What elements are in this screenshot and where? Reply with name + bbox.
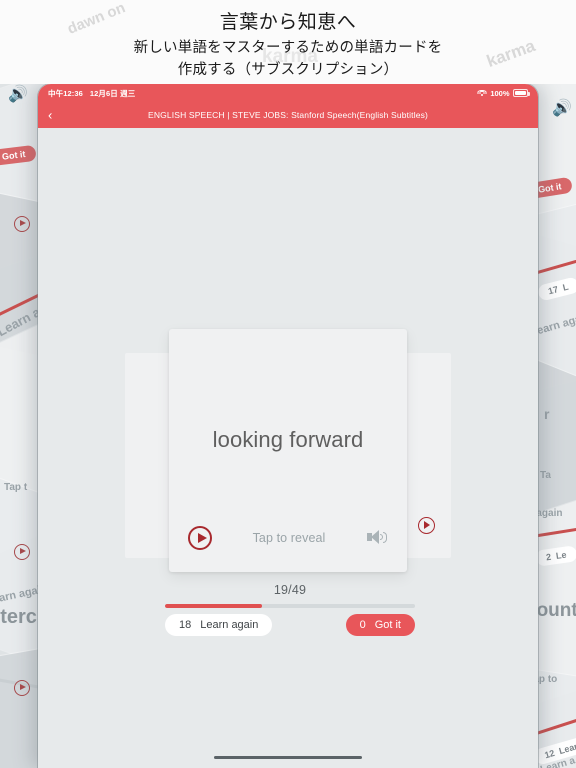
speaker-icon: 🔊 [8, 86, 28, 103]
chevron-left-icon[interactable]: ‹ [48, 109, 52, 122]
promo-subtitle-line1: 新しい単語をマスターするための単語カードを [133, 40, 443, 56]
collage-word: r [544, 406, 550, 422]
promo-title: 言葉から知恵へ [219, 12, 357, 33]
progress-track [165, 604, 415, 608]
got-it-label: Got it [374, 619, 401, 631]
collage-word: Ta [540, 470, 551, 481]
flashcard[interactable]: looking forward Tap to reveal [169, 329, 407, 572]
flashcard-footer: Tap to reveal [169, 524, 407, 552]
collage-word: nterc [0, 606, 37, 628]
play-circle-icon [14, 544, 30, 560]
play-circle-icon[interactable] [188, 526, 212, 550]
status-date: 12月6日 週三 [89, 88, 136, 98]
learn-again-button[interactable]: 18 Learn again [165, 614, 273, 636]
flashcard-deck: looking forward Tap to reveal [38, 128, 538, 608]
progress-section: 19/49 [165, 583, 415, 608]
promo-header: dawn on karma karma 言葉から知恵へ 新しい単語をマスターする… [0, 0, 576, 84]
play-circle-icon [14, 680, 30, 696]
speaker-icon: 🔊 [552, 100, 572, 117]
speaker-horn [371, 530, 379, 544]
promo-subtitle: 新しい単語をマスターするための単語カードを 作成する（サブスクリプション） [0, 34, 576, 82]
play-circle-icon[interactable] [418, 517, 435, 534]
progress-fill [165, 604, 262, 608]
progress-count-label: 19/49 [273, 583, 307, 597]
ipad-device-frame: 中午12:36 12月6日 週三 100% ‹ ENGLISH SPEECH |… [38, 84, 538, 768]
status-time: 中午12:36 [48, 88, 83, 98]
promo-subtitle-line2: 作成する（サブスクリプション） [177, 62, 399, 79]
peek-card-previous[interactable] [125, 353, 170, 558]
app-body: looking forward Tap to reveal 19/49 18 L… [38, 128, 538, 768]
got-it-button[interactable]: 0 Got it [345, 614, 415, 636]
battery-percent: 100% [490, 88, 510, 98]
got-it-count: 0 [359, 619, 366, 631]
wifi-icon [477, 89, 487, 97]
status-bar: 中午12:36 12月6日 週三 100% [38, 84, 538, 102]
play-circle-icon [14, 216, 30, 232]
flashcard-hint: Tap to reveal [252, 531, 326, 545]
collage-word: Tap t [4, 482, 28, 493]
flashcard-term: looking forward [212, 427, 364, 452]
nav-title: ENGLISH SPEECH | STEVE JOBS: Stanford Sp… [148, 110, 428, 120]
status-bar-left: 中午12:36 12月6日 週三 [48, 88, 135, 99]
action-row: 18 Learn again 0 Got it [165, 614, 415, 636]
learn-again-count: 18 [179, 619, 192, 631]
battery-icon [513, 89, 530, 97]
speaker-wave-outer [382, 531, 387, 543]
speaker-icon[interactable] [366, 527, 388, 549]
home-indicator[interactable] [214, 756, 362, 759]
status-bar-right: 100% [477, 88, 530, 98]
navigation-bar: ‹ ENGLISH SPEECH | STEVE JOBS: Stanford … [38, 102, 538, 128]
learn-again-label: Learn again [200, 619, 259, 631]
peek-card-next[interactable] [406, 353, 451, 558]
